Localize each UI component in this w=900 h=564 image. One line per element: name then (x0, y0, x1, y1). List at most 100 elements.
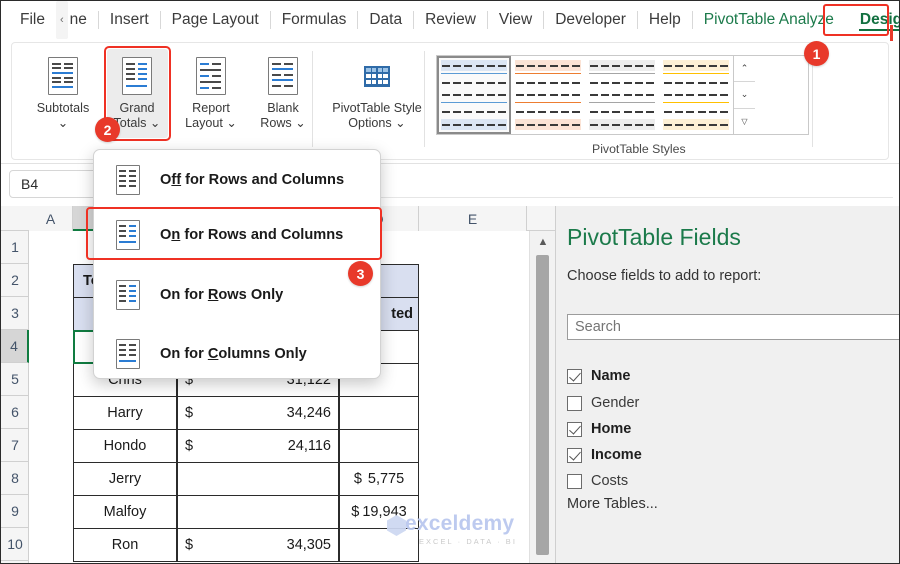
tab-pivottable-analyze[interactable]: PivotTable Analyze (693, 6, 845, 34)
menu-item-label: Off for Rows and Columns (160, 172, 344, 188)
subtotals-icon (30, 51, 96, 101)
cell-b9[interactable]: Malfoy (73, 495, 177, 529)
excel-window: File ‹ ne Insert Page Layout Formulas Da… (0, 0, 900, 564)
field-item-costs[interactable]: Costs (567, 469, 628, 493)
checkbox-unchecked-icon[interactable] (567, 474, 582, 489)
cell-c6[interactable]: $ 34,246 (177, 396, 339, 430)
column-header-a[interactable]: A (29, 206, 73, 231)
currency-symbol: $ (185, 405, 193, 421)
report-layout-icon (178, 51, 244, 101)
field-label: Home (591, 421, 631, 437)
ribbon-design-tab-content: Subtotals ⌄ Grand Totals ⌄ (1, 39, 900, 164)
cell-value: 24,116 (288, 438, 331, 454)
styles-gallery-scroll[interactable]: ⌃ ⌄ ▽ (733, 56, 755, 134)
cell-b8[interactable]: Jerry (73, 462, 177, 496)
blank-rows-button[interactable]: Blank Rows ⌄ (250, 51, 316, 131)
cell-d10[interactable] (339, 528, 419, 562)
annotation-leader-1 (890, 25, 893, 41)
style-swatch-light-gray[interactable] (585, 56, 659, 134)
name-box[interactable]: B4 (9, 170, 97, 198)
field-item-income[interactable]: Income (567, 443, 642, 467)
menu-item-on-for-rows-only[interactable]: On for Rows Only (94, 269, 382, 321)
cell-d6[interactable] (339, 396, 419, 430)
report-layout-button[interactable]: Report Layout ⌄ (178, 51, 244, 131)
cell-value: 34,305 (287, 537, 331, 553)
styles-scroll-down-icon[interactable]: ⌄ (734, 82, 755, 108)
cell-c9[interactable] (177, 495, 339, 529)
tab-developer[interactable]: Developer (544, 6, 637, 34)
menu-item-on-for-columns-only[interactable]: On for Columns Only (94, 328, 382, 380)
style-swatch-light-orange[interactable] (511, 56, 585, 134)
blank-rows-icon (250, 51, 316, 101)
tab-view[interactable]: View (488, 6, 543, 34)
tab-help[interactable]: Help (638, 6, 692, 34)
tab-formulas[interactable]: Formulas (271, 6, 358, 34)
menu-item-off-for-rows-and-columns[interactable]: Off for Rows and Columns (94, 154, 382, 206)
menu-item-on-for-rows-and-columns[interactable]: On for Rows and Columns (94, 209, 382, 261)
cell-d8[interactable]: $ 5,775 (339, 462, 419, 496)
style-swatch-light-gold[interactable] (659, 56, 733, 134)
checkbox-checked-icon[interactable] (567, 448, 582, 463)
field-label: Income (591, 447, 642, 463)
cell-c10[interactable]: $ 34,305 (177, 528, 339, 562)
tab-insert[interactable]: Insert (99, 6, 160, 34)
currency-symbol: $ (185, 537, 193, 553)
checkbox-unchecked-icon[interactable] (567, 396, 582, 411)
row-header-7[interactable]: 7 (1, 429, 29, 462)
row-header-2[interactable]: 2 (1, 264, 29, 297)
cell-value: 34,246 (287, 405, 331, 421)
tab-page-layout[interactable]: Page Layout (161, 6, 270, 34)
grand-totals-off-icon (116, 165, 140, 195)
style-swatch-light-blue[interactable] (437, 56, 511, 134)
field-label: Costs (591, 473, 628, 489)
column-header-e[interactable]: E (419, 206, 527, 231)
grand-totals-rows-only-icon (116, 280, 140, 310)
tab-home-clipped[interactable]: ne (68, 6, 98, 34)
tab-review[interactable]: Review (414, 6, 487, 34)
field-search-input[interactable] (567, 314, 900, 340)
annotation-badge-3: 3 (348, 261, 373, 286)
tab-file[interactable]: File (9, 6, 56, 34)
field-item-home[interactable]: Home (567, 417, 631, 441)
pivottable-styles-gallery[interactable]: ⌃ ⌄ ▽ (436, 55, 809, 135)
row-header-5[interactable]: 5 (1, 363, 29, 396)
vertical-scrollbar[interactable]: ▲ (529, 231, 555, 564)
cell-b6[interactable]: Harry (73, 396, 177, 430)
currency-symbol: $ (351, 504, 359, 520)
field-label: Gender (591, 395, 639, 411)
group-divider (312, 51, 313, 147)
grand-totals-dropdown-menu: Off for Rows and Columns On for Rows and… (93, 149, 381, 379)
tab-data[interactable]: Data (358, 6, 413, 34)
scroll-up-icon[interactable]: ▲ (530, 231, 555, 253)
pivottable-style-options-button[interactable]: PivotTable Style Options ⌄ (324, 51, 430, 131)
pivottable-fields-pane: PivotTable Fields Choose fields to add t… (555, 206, 900, 564)
tab-scroll-left-icon[interactable]: ‹ (56, 1, 68, 39)
ribbon-frame: Subtotals ⌄ Grand Totals ⌄ (11, 42, 889, 160)
styles-scroll-more-icon[interactable]: ▽ (734, 109, 755, 134)
cell-c8[interactable] (177, 462, 339, 496)
row-header-1[interactable]: 1 (1, 231, 29, 264)
pivottable-style-options-icon (324, 51, 430, 101)
field-item-name[interactable]: Name (567, 364, 631, 388)
scrollbar-thumb[interactable] (536, 255, 549, 555)
row-header-9[interactable]: 9 (1, 495, 29, 528)
more-tables-link[interactable]: More Tables... (567, 496, 658, 512)
field-item-gender[interactable]: Gender (567, 391, 639, 415)
row-header-4[interactable]: 4 (1, 330, 29, 363)
row-header-10[interactable]: 10 (1, 528, 29, 561)
checkbox-checked-icon[interactable] (567, 369, 582, 384)
cell-b10[interactable]: Ron (73, 528, 177, 562)
checkbox-checked-icon[interactable] (567, 422, 582, 437)
currency-symbol: $ (185, 438, 193, 454)
styles-scroll-up-icon[interactable]: ⌃ (734, 56, 755, 82)
pivottable-styles-group-label: PivotTable Styles (592, 142, 686, 156)
cell-c7[interactable]: $ 24,116 (177, 429, 339, 463)
subtotals-button[interactable]: Subtotals ⌄ (30, 51, 96, 131)
cell-d9[interactable]: $ 19,943 (339, 495, 419, 529)
row-header-6[interactable]: 6 (1, 396, 29, 429)
row-header-8[interactable]: 8 (1, 462, 29, 495)
row-header-3[interactable]: 3 (1, 297, 29, 330)
grand-totals-icon (104, 51, 170, 101)
cell-b7[interactable]: Hondo (73, 429, 177, 463)
cell-d7[interactable] (339, 429, 419, 463)
